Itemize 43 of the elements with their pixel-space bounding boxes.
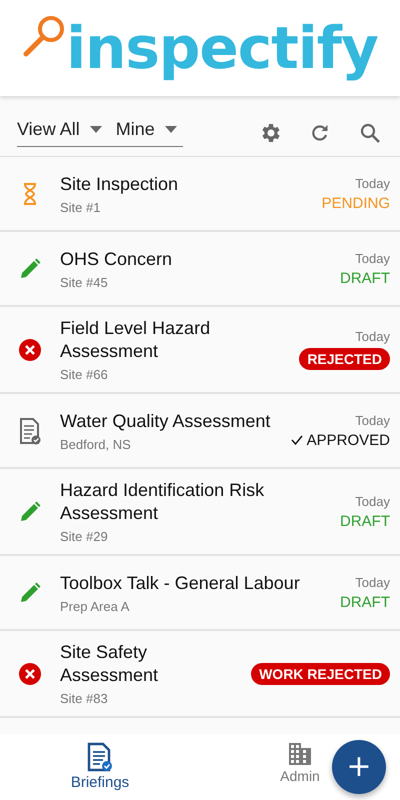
item-location: Site #45	[60, 274, 109, 290]
status-label: DRAFT	[340, 512, 390, 530]
status-label: APPROVED	[290, 432, 390, 448]
item-date: Today	[355, 176, 390, 190]
item-date: Today	[355, 250, 390, 266]
item-location: Prep Area A	[60, 598, 130, 614]
status-label: DRAFT	[340, 594, 390, 610]
status-badge: REJECTED	[299, 348, 390, 370]
check-icon	[290, 435, 303, 445]
item-title[interactable]: Field Level Hazard Assessment	[60, 317, 292, 363]
search-icon[interactable]	[358, 121, 382, 145]
pencil-icon	[19, 500, 41, 522]
item-date: Today	[355, 329, 390, 344]
item-date: Today	[355, 412, 390, 428]
item-date: Today	[355, 574, 390, 590]
status-label: DRAFT	[340, 270, 390, 286]
item-title[interactable]: OHS Concern	[60, 248, 332, 270]
item-title[interactable]: Water Quality Assessment	[60, 410, 283, 432]
caret-icon	[164, 126, 177, 133]
filter-dropdown[interactable]: Mine	[116, 119, 183, 140]
pencil-icon	[19, 258, 41, 280]
status-label: PENDING	[322, 194, 390, 212]
item-title[interactable]: Site Safety Assessment	[60, 641, 244, 687]
building-icon	[288, 742, 312, 766]
status-badge: WORK REJECTED	[251, 662, 390, 684]
item-title[interactable]: Hazard Identification Risk Assessment	[60, 479, 332, 525]
error-icon	[19, 338, 41, 360]
error-icon	[19, 662, 41, 684]
item-location: Site #66	[60, 367, 109, 382]
item-location: Bedford, NS	[60, 436, 132, 452]
item-title[interactable]: Site Inspection	[60, 172, 314, 196]
item-date: Today	[355, 494, 390, 508]
item-location: Site #1	[60, 200, 102, 214]
item-title[interactable]: Toolbox Talk - General Labour	[60, 572, 332, 594]
nav-tab[interactable]: Briefings	[0, 734, 200, 800]
pencil-icon	[19, 582, 41, 604]
caret-icon	[90, 126, 102, 133]
item-location: Site #29	[60, 529, 109, 544]
document-check-icon	[19, 416, 41, 444]
hourglass-icon	[23, 182, 37, 204]
filter-dropdown[interactable]: View All	[17, 119, 108, 140]
document-check-icon	[87, 742, 113, 772]
item-location: Site #83	[60, 691, 109, 706]
